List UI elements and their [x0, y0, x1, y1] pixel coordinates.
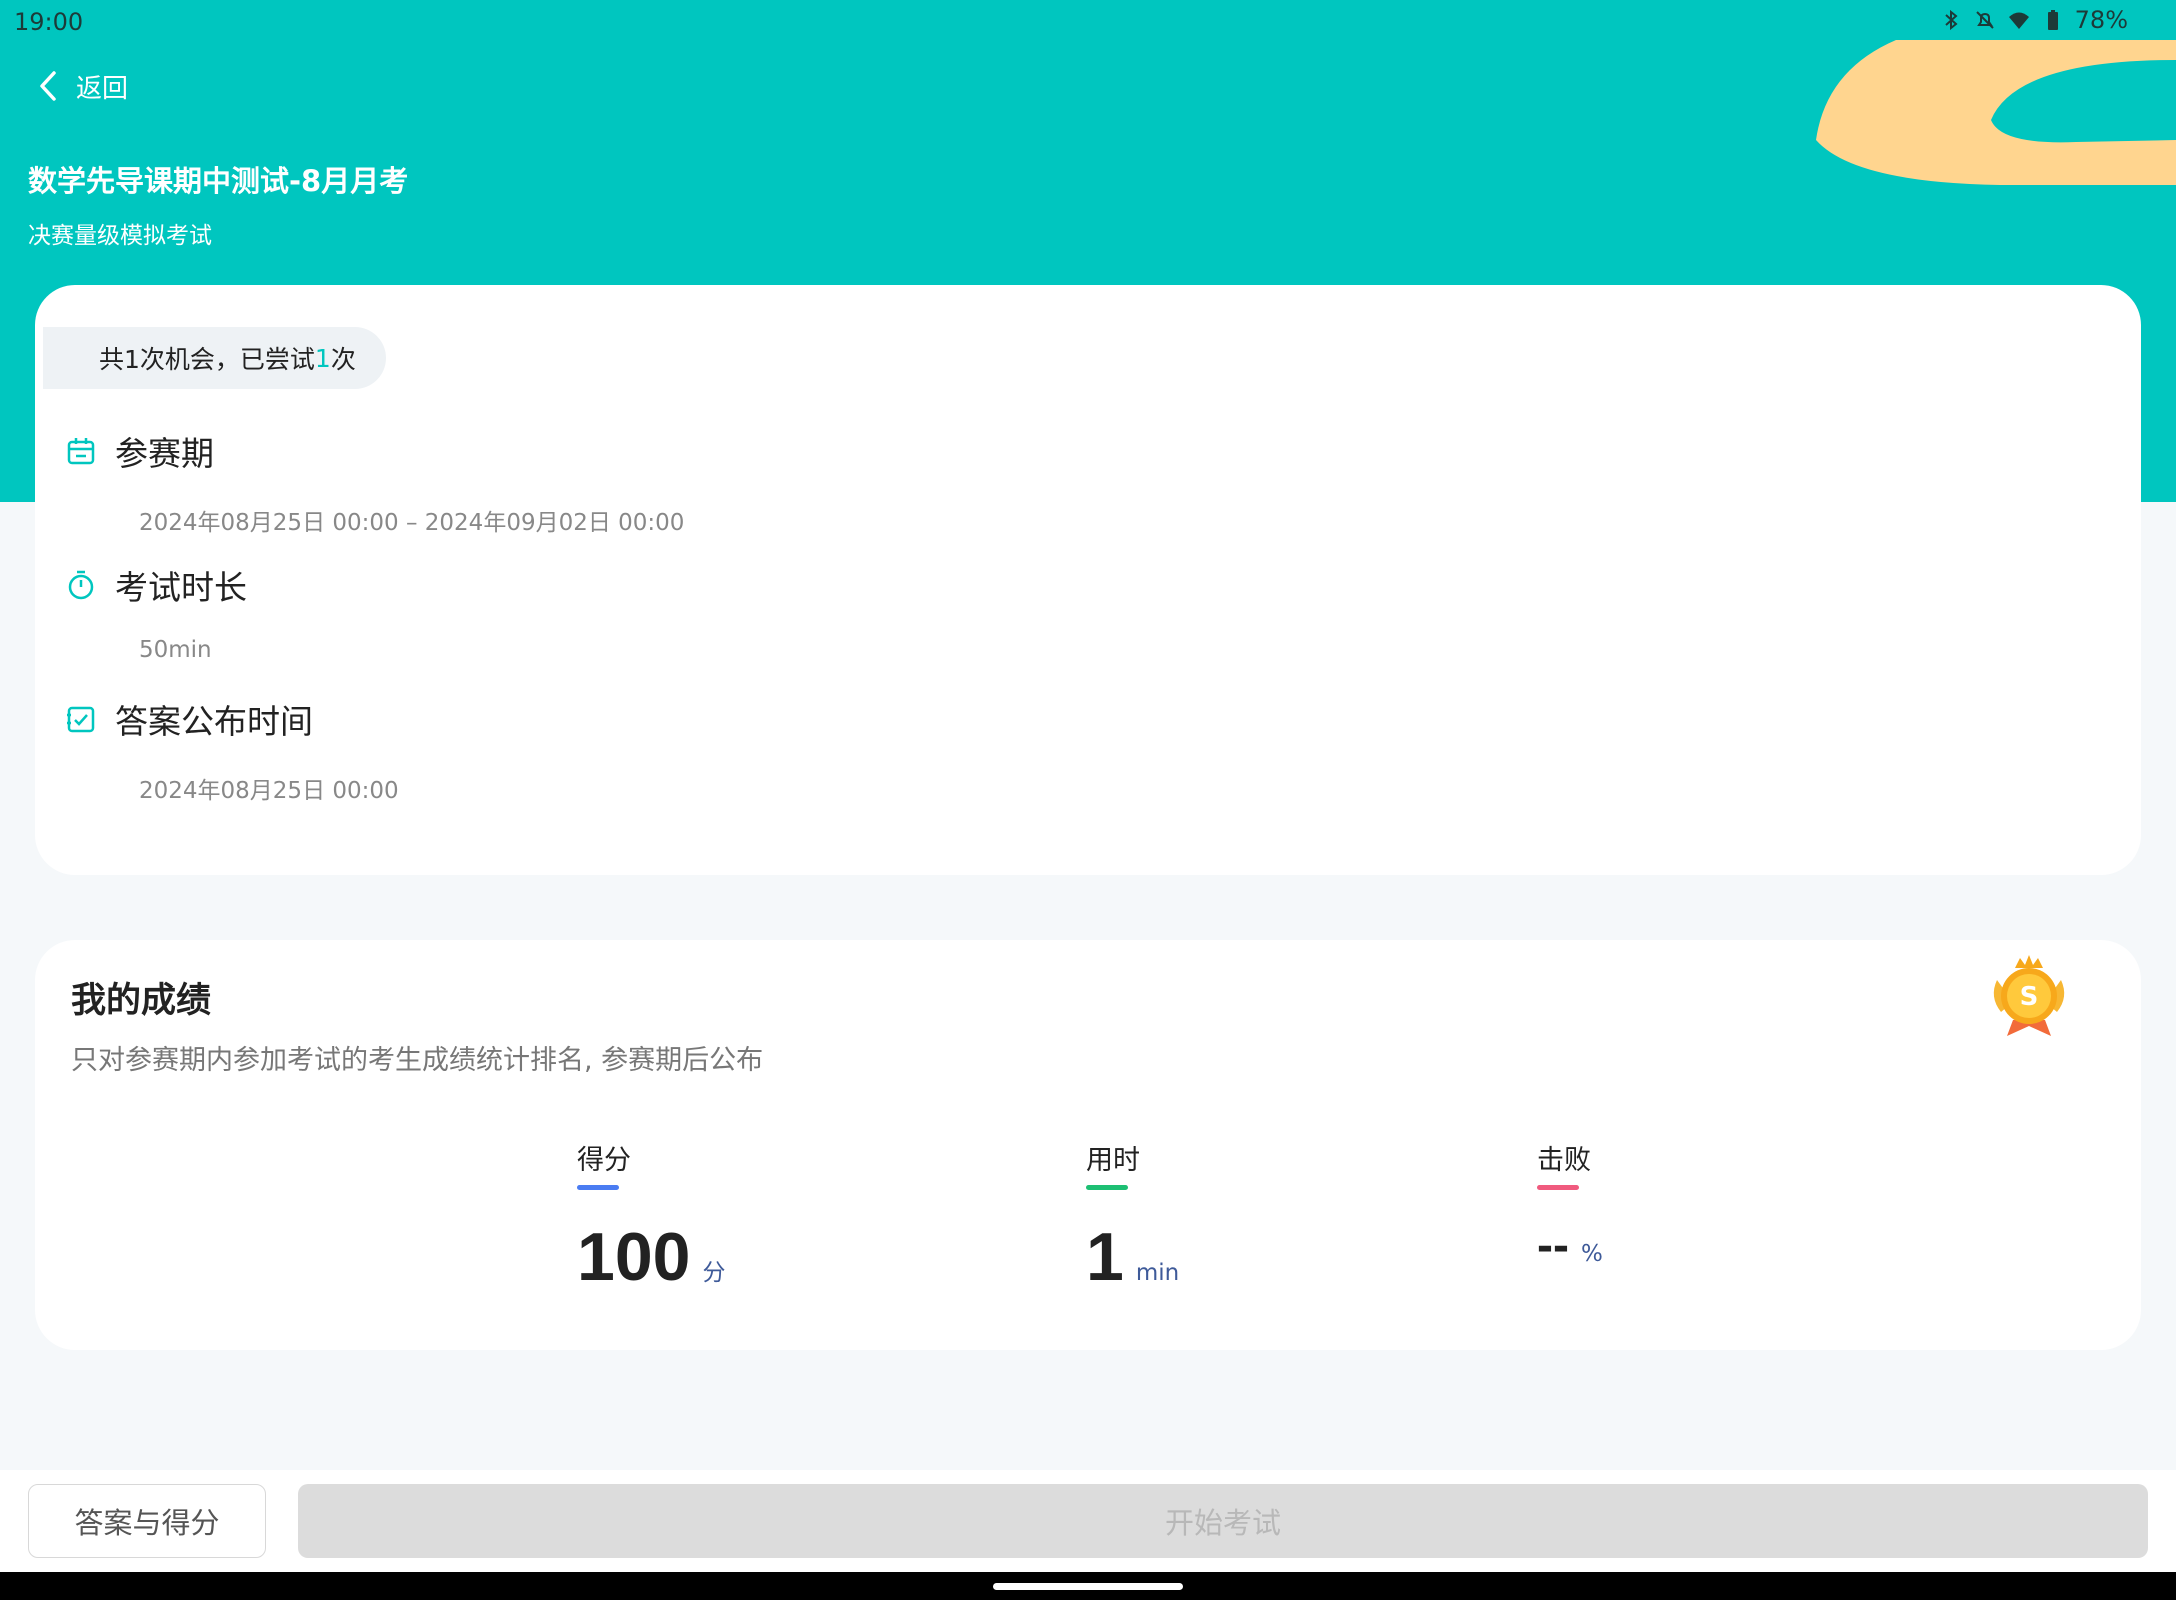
exam-subtitle: 决赛量级模拟考试	[28, 223, 212, 249]
stat-time: 用时 1 min	[1086, 1138, 1179, 1296]
stat-time-unit: min	[1135, 1260, 1180, 1286]
status-bar: 19:00 78%	[0, 0, 2176, 44]
status-icons: 78%	[1939, 6, 2128, 34]
stat-beat: 击败 -- %	[1537, 1138, 1603, 1273]
attempts-suffix: 次	[330, 345, 356, 374]
answer-time-row: 答案公布时间 2024年08月25日 00:00	[65, 695, 399, 805]
stat-time-label: 用时	[1086, 1145, 1140, 1176]
answer-time-value: 2024年08月25日 00:00	[139, 778, 399, 804]
stat-time-value: 1	[1086, 1219, 1124, 1295]
period-label: 参赛期	[115, 434, 214, 473]
stat-beat-value: --	[1537, 1219, 1569, 1272]
stat-score: 得分 100 分	[577, 1138, 725, 1296]
system-nav-bar	[0, 1572, 2176, 1600]
status-time: 19:00	[14, 8, 84, 36]
attempts-prefix: 共1次机会，已尝试	[99, 345, 315, 374]
chevron-left-icon	[40, 71, 56, 101]
duration-label: 考试时长	[115, 568, 247, 607]
wifi-icon	[2008, 12, 2029, 29]
stat-beat-label: 击败	[1537, 1145, 1591, 1176]
checklist-icon	[67, 706, 95, 733]
medal-icon: S	[1993, 955, 2065, 1036]
stat-score-unit: 分	[702, 1260, 726, 1286]
duration-row: 考试时长 50min	[65, 561, 247, 663]
stopwatch-icon	[68, 570, 94, 600]
duration-value: 50min	[139, 637, 212, 663]
period-value: 2024年08月25日 00:00 – 2024年09月02日 00:00	[139, 510, 685, 536]
battery-icon	[2047, 10, 2058, 30]
my-score-card: 我的成绩 只对参赛期内参加考试的考生成绩统计排名, 参赛期后公布 S 得分 10…	[35, 940, 2141, 1350]
answers-and-score-button[interactable]: 答案与得分	[28, 1484, 266, 1558]
stat-score-label: 得分	[577, 1145, 631, 1176]
back-button[interactable]: 返回	[36, 64, 128, 108]
period-row: 参赛期 2024年08月25日 00:00 – 2024年09月02日 00:0…	[65, 427, 684, 537]
back-label: 返回	[76, 73, 129, 104]
home-handle[interactable]	[993, 1583, 1183, 1590]
score-description: 只对参赛期内参加考试的考生成绩统计排名, 参赛期后公布	[71, 1045, 764, 1076]
battery-percent: 78%	[2074, 6, 2128, 34]
stat-beat-unit: %	[1580, 1241, 1603, 1267]
start-exam-button[interactable]: 开始考试	[298, 1484, 2148, 1558]
stat-score-value: 100	[577, 1219, 691, 1295]
stat-score-bar	[577, 1185, 619, 1190]
header-decoration	[1816, 40, 2176, 185]
bell-off-icon	[1975, 11, 1994, 29]
bottom-action-bar: 答案与得分 开始考试	[0, 1470, 2176, 1572]
exam-info-card: 共1次机会，已尝试 1 次 参赛期 2024年08月25日 00:00 – 2024…	[35, 285, 2141, 875]
score-title: 我的成绩	[71, 981, 212, 1021]
attempts-badge: 共1次机会，已尝试 1 次	[43, 327, 386, 389]
stat-time-bar	[1086, 1185, 1128, 1190]
calendar-icon	[67, 438, 95, 465]
exam-title: 数学先导课期中测试-8月月考	[28, 164, 409, 198]
medal-letter: S	[2020, 982, 2039, 1012]
answer-time-label: 答案公布时间	[115, 702, 313, 741]
attempts-count: 1	[314, 343, 331, 373]
stat-beat-bar	[1537, 1185, 1579, 1190]
bluetooth-icon	[1944, 9, 1958, 31]
